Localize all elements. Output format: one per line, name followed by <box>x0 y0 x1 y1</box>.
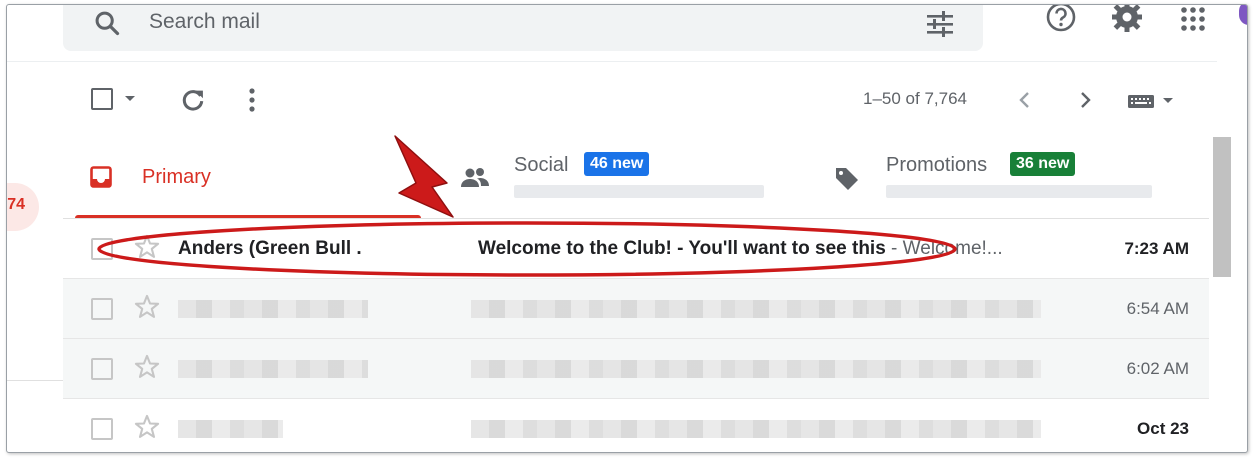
more-options-icon[interactable] <box>243 86 261 114</box>
email-checkbox[interactable] <box>91 358 113 380</box>
email-row[interactable]: 6:54 AM <box>63 279 1209 339</box>
search-icon[interactable] <box>93 9 121 37</box>
email-time: 7:23 AM <box>1124 239 1189 258</box>
email-row[interactable]: 6:02 AM <box>63 339 1209 399</box>
input-tools-dropdown-icon[interactable] <box>1161 95 1175 107</box>
annotation-arrow <box>394 135 454 218</box>
email-time: Oct 23 <box>1137 419 1189 438</box>
email-row-unread[interactable]: Anders (Green Bull . Welcome to the Club… <box>63 219 1209 279</box>
help-icon[interactable] <box>1045 4 1077 33</box>
settings-gear-icon[interactable] <box>1111 4 1143 33</box>
scrollbar-thumb[interactable] <box>1213 137 1231 277</box>
older-chevron-right-icon[interactable] <box>1075 89 1095 111</box>
subject-redacted <box>471 360 1041 378</box>
pagination-text: 1–50 of 7,764 <box>863 89 967 108</box>
account-avatar[interactable] <box>1239 5 1247 25</box>
search-options-icon[interactable] <box>925 11 955 37</box>
apps-grid-icon[interactable] <box>1177 4 1209 35</box>
email-subject-line: Welcome to the Club! - You'll want to se… <box>478 238 1003 260</box>
keyboard-icon[interactable] <box>1127 93 1155 109</box>
star-icon[interactable] <box>133 353 161 381</box>
email-row-unread[interactable]: Oct 23 <box>63 399 1209 452</box>
email-time: 6:54 AM <box>1126 299 1189 318</box>
email-time: 6:02 AM <box>1126 359 1189 378</box>
star-icon[interactable] <box>133 233 161 261</box>
star-icon[interactable] <box>133 293 161 321</box>
subject-redacted <box>471 300 1041 318</box>
sender-redacted <box>178 360 368 378</box>
promotions-preview-redacted <box>886 185 1152 198</box>
tag-icon <box>836 168 858 190</box>
email-subject: Welcome to the Club! - You'll want to se… <box>478 238 886 259</box>
social-new-badge: 46 new <box>584 152 650 176</box>
subject-redacted <box>471 420 1041 438</box>
newer-chevron-left-icon[interactable] <box>1015 89 1035 111</box>
select-all-checkbox[interactable] <box>91 88 113 110</box>
email-sender: Anders (Green Bull . <box>178 238 362 259</box>
social-preview-redacted <box>514 185 764 198</box>
gmail-window: Search mail 74 1–50 of 7,764 Primary Soc… <box>6 4 1248 453</box>
search-input[interactable]: Search mail <box>149 10 260 34</box>
inbox-count: 74 <box>7 196 25 213</box>
sender-redacted <box>178 300 368 318</box>
sidebar-divider <box>7 380 63 381</box>
tab-primary-label: Primary <box>142 166 211 188</box>
search-bar[interactable]: Search mail <box>63 5 983 51</box>
inbox-icon <box>90 166 112 188</box>
email-snippet: - Welcome!... <box>885 238 1003 259</box>
star-icon[interactable] <box>133 413 161 441</box>
email-checkbox[interactable] <box>91 238 113 260</box>
tab-promotions-label: Promotions <box>886 154 988 176</box>
tab-social-label: Social <box>514 154 569 176</box>
sender-redacted <box>178 420 283 438</box>
promotions-new-badge: 36 new <box>1010 152 1076 176</box>
refresh-icon[interactable] <box>179 86 207 114</box>
header-divider <box>7 61 1217 62</box>
inbox-count-badge[interactable]: 74 <box>7 183 39 231</box>
select-dropdown-icon[interactable] <box>123 93 137 105</box>
email-checkbox[interactable] <box>91 418 113 440</box>
people-icon <box>461 168 489 187</box>
email-checkbox[interactable] <box>91 298 113 320</box>
